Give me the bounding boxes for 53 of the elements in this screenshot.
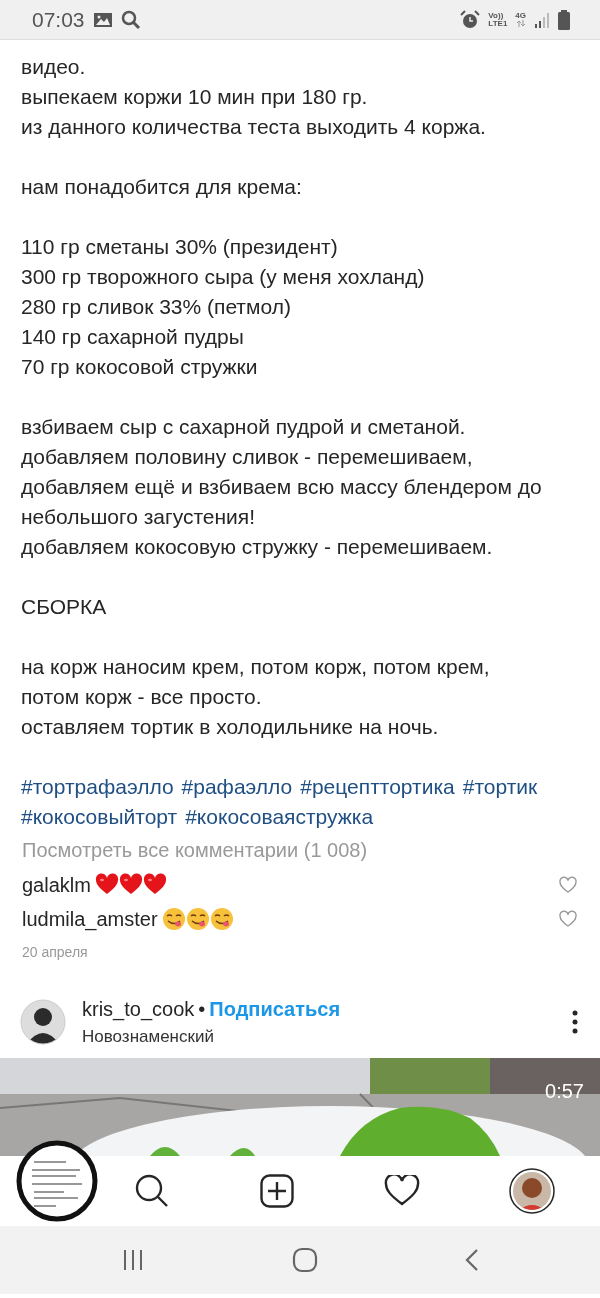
- caption-text: добавляем ещё и взбиваем всю массу блендером до: [21, 474, 543, 500]
- post-date: 20 апреля: [21, 943, 89, 962]
- username-link[interactable]: kris_to_cook: [82, 994, 195, 1025]
- like-icon[interactable]: [558, 876, 578, 894]
- more-options-icon[interactable]: [572, 1010, 578, 1034]
- caption-text: 70 гр кокосовой стружки: [21, 354, 259, 380]
- image-icon: [92, 10, 113, 29]
- battery-icon: [558, 9, 570, 30]
- yum-emoji-icon: [161, 907, 234, 931]
- video-duration: 0:57: [545, 1079, 584, 1104]
- caption-text: СБОРКА: [21, 594, 108, 620]
- hashtag-link[interactable]: #тортик: [462, 772, 538, 802]
- caption-text: 280 гр сливок 33% (петмол): [21, 294, 292, 320]
- hashtag-link[interactable]: #рецепттортика: [300, 772, 455, 802]
- hashtag-link[interactable]: #кокосовыйторт: [21, 802, 178, 832]
- caption-text: оставляем тортик в холодильнике на ночь.: [21, 714, 440, 740]
- comment-username[interactable]: ludmila_amster: [22, 904, 158, 934]
- hashtag-link[interactable]: #рафаэлло: [181, 772, 293, 802]
- caption-text: 110 гр сметаны 30% (президент): [21, 234, 339, 260]
- location-link[interactable]: Новознаменский: [82, 1024, 341, 1050]
- caption-text: добавляем половину сливок - перемешиваем,: [21, 444, 474, 470]
- clock: 07:03: [32, 6, 85, 33]
- alarm-icon: [460, 9, 481, 30]
- caption-text: 300 гр творожного сыра (у меня хохланд): [21, 264, 426, 290]
- hashtag-link[interactable]: #тортрафаэлло: [21, 772, 174, 802]
- avatar[interactable]: [20, 999, 66, 1045]
- caption-text: нам понадобится для крема:: [21, 174, 303, 200]
- caption-text: из данного количества теста выходить 4 коржа.: [21, 114, 487, 140]
- volte-label: LTE1: [488, 19, 508, 28]
- caption-text: взбиваем сыр с сахарной пудрой и сметаной.: [21, 414, 467, 440]
- caption-text: на корж наносим крем, потом корж, потом крем,: [21, 654, 491, 680]
- like-icon[interactable]: [558, 910, 578, 928]
- hearts-emoji-icon: [94, 873, 167, 897]
- activity-heart-icon[interactable]: [383, 1175, 420, 1207]
- home-icon[interactable]: [292, 1247, 318, 1273]
- search-icon: [120, 9, 141, 30]
- separator-dot: •: [198, 997, 206, 1023]
- data-arrows-icon: [515, 20, 526, 27]
- signal-icon: [534, 11, 550, 28]
- caption-text: потом корж - все просто.: [21, 684, 263, 710]
- profile-avatar[interactable]: [509, 1168, 556, 1214]
- hashtag-link[interactable]: #кокосоваястружка: [185, 802, 374, 832]
- caption-text: небольшого загустения!: [21, 504, 257, 530]
- caption-text: добавляем кокосовую стружку - перемешиваем.: [21, 534, 494, 560]
- caption-text: видео.: [21, 54, 87, 80]
- volte-label: Vo)): [488, 11, 504, 20]
- back-icon[interactable]: [464, 1248, 479, 1272]
- caption-text: выпекаем коржи 10 мин при 180 гр.: [21, 84, 369, 110]
- comment-username[interactable]: galaklm: [22, 870, 91, 900]
- network-label: 4G: [515, 12, 526, 20]
- new-post-icon[interactable]: [260, 1174, 294, 1208]
- floating-bubble-drawing[interactable]: [16, 1140, 98, 1222]
- caption-text: 140 гр сахарной пудры: [21, 324, 245, 350]
